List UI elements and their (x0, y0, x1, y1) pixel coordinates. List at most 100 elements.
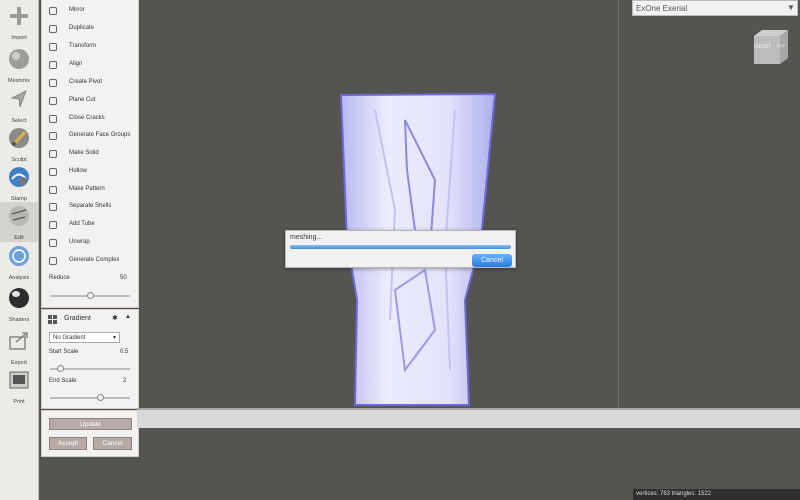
dialog-cancel-button[interactable]: Cancel (472, 254, 512, 267)
select-tool[interactable]: Select (0, 85, 38, 125)
add-tube-icon (49, 221, 57, 229)
gear-icon[interactable]: ✱ (112, 314, 118, 322)
stamp-tool[interactable]: Stamp (0, 163, 38, 203)
analysis-tool[interactable]: Analysis (0, 242, 38, 282)
cancel-button[interactable]: Cancel (93, 437, 132, 450)
hollow-icon (49, 168, 57, 176)
menu-item-label: Separate Shells (69, 203, 112, 209)
stamp-icon (9, 167, 29, 187)
meshmix-tool[interactable]: Meshmix (0, 45, 38, 85)
menu-item-transform[interactable]: Transform (42, 39, 138, 56)
reduce-label: Reduce (49, 275, 70, 281)
progress-bar (290, 245, 511, 249)
menu-item-plane-cut[interactable]: Plane Cut (42, 93, 138, 110)
edit-label: Edit (14, 235, 24, 241)
brush-icon (9, 128, 29, 148)
collapse-icon[interactable]: ▲ (125, 314, 131, 320)
menu-item-label: Hollow (69, 168, 88, 174)
menu-item-label: Transform (69, 43, 97, 49)
analysis-icon (9, 246, 29, 266)
start-scale-slider-handle[interactable] (57, 365, 64, 372)
gradient-dropdown[interactable]: No Gradient ▼ (49, 332, 120, 343)
pattern-icon (48, 315, 57, 324)
print-label: Print (13, 399, 25, 405)
menu-item-label: Create Pivot (69, 79, 103, 85)
face-groups-icon (49, 132, 57, 140)
align-icon (49, 61, 57, 69)
gradient-dropdown-value: No Gradient (53, 335, 86, 341)
generate-complex-icon (49, 257, 57, 265)
start-scale-label: Start Scale (49, 349, 79, 355)
plane-cut-icon (49, 97, 57, 105)
edit-tool[interactable]: Edit (0, 202, 38, 242)
end-scale-label: End Scale (49, 378, 77, 384)
import-tool[interactable]: Import (0, 2, 38, 42)
printer-dropdown[interactable]: ExOne Exerial ▼ (632, 0, 798, 16)
separate-shells-icon (49, 203, 57, 211)
duplicate-icon (49, 25, 57, 33)
menu-item-label: Add Tube (69, 221, 95, 227)
close-cracks-icon (49, 115, 57, 123)
menu-item-create-pivot[interactable]: Create Pivot (42, 75, 138, 92)
menu-item-make-solid[interactable]: Make Solid (42, 146, 138, 163)
status-bar: vertices: 763 triangles: 1522 (633, 489, 800, 500)
start-scale-value: 0.5 (120, 349, 129, 355)
menu-item-label: Duplicate (69, 25, 95, 31)
sculpt-tool[interactable]: Sculpt (0, 124, 38, 164)
shaders-tool[interactable]: Shaders (0, 284, 38, 324)
reduce-slider-handle[interactable] (87, 292, 94, 299)
menu-item-label: Unwrap (69, 239, 90, 245)
menu-item-close-cracks[interactable]: Close Cracks (42, 111, 138, 128)
mirror-icon (49, 7, 57, 15)
action-panel: Update Accept Cancel (41, 410, 139, 457)
export-icon (9, 332, 28, 350)
make-solid-icon (49, 150, 57, 158)
analysis-label: Analysis (8, 275, 30, 281)
dialog-message: meshing... (290, 234, 323, 241)
gradient-title: Gradient (64, 315, 91, 322)
menu-item-mirror[interactable]: Mirror (42, 3, 138, 20)
meshmix-label: Meshmix (7, 78, 30, 84)
edit-icon (9, 206, 29, 226)
print-tool[interactable]: Print (0, 366, 38, 406)
menu-item-add-tube[interactable]: Add Tube (42, 217, 138, 234)
menu-item-label: Close Cracks (69, 115, 105, 121)
menu-item-hollow[interactable]: Hollow (42, 164, 138, 181)
main-toolbar: Import Meshmix Select Sculpt Stamp Edit … (0, 0, 39, 500)
printer-name: ExOne Exerial (636, 4, 688, 13)
view-cube-top-label: TOP (777, 43, 786, 48)
import-label: Import (11, 35, 27, 41)
end-scale-slider-handle[interactable] (97, 394, 104, 401)
edit-menu-panel: Mirror Duplicate Transform Align Create … (41, 0, 139, 308)
reduce-value: 50 (120, 275, 127, 281)
chevron-down-icon: ▼ (787, 3, 795, 12)
accept-button[interactable]: Accept (49, 437, 87, 450)
sphere-icon (9, 49, 29, 69)
update-button[interactable]: Update (49, 418, 132, 430)
transform-icon (49, 43, 57, 51)
end-scale-value: 2 (123, 378, 127, 384)
menu-item-duplicate[interactable]: Duplicate (42, 21, 138, 38)
menu-item-label: Make Solid (69, 150, 99, 156)
menu-item-unwrap[interactable]: Unwrap (42, 235, 138, 252)
viewport-divider (618, 0, 619, 408)
menu-item-separate-shells[interactable]: Separate Shells (42, 199, 138, 216)
menu-item-label: Mirror (69, 7, 85, 13)
pivot-icon (49, 79, 57, 87)
menu-item-generate-face-groups[interactable]: Generate Face Groups (42, 128, 138, 145)
view-cube-front-label: FRONT (754, 44, 772, 50)
menu-item-label: Make Pattern (69, 186, 105, 192)
build-plate (137, 408, 800, 428)
shader-ball-icon (9, 288, 29, 308)
menu-item-label: Generate Face Groups (69, 132, 131, 138)
end-scale-slider-track[interactable] (50, 397, 130, 399)
menu-item-align[interactable]: Align (42, 57, 138, 74)
printer-icon (9, 371, 29, 389)
menu-item-label: Align (69, 61, 83, 67)
menu-item-generate-complex[interactable]: Generate Complex (42, 253, 138, 270)
menu-item-label: Generate Complex (69, 257, 120, 263)
menu-item-make-pattern[interactable]: Make Pattern (42, 182, 138, 199)
plus-icon (10, 7, 28, 25)
shaders-label: Shaders (8, 317, 30, 323)
export-tool[interactable]: Export (0, 327, 38, 367)
